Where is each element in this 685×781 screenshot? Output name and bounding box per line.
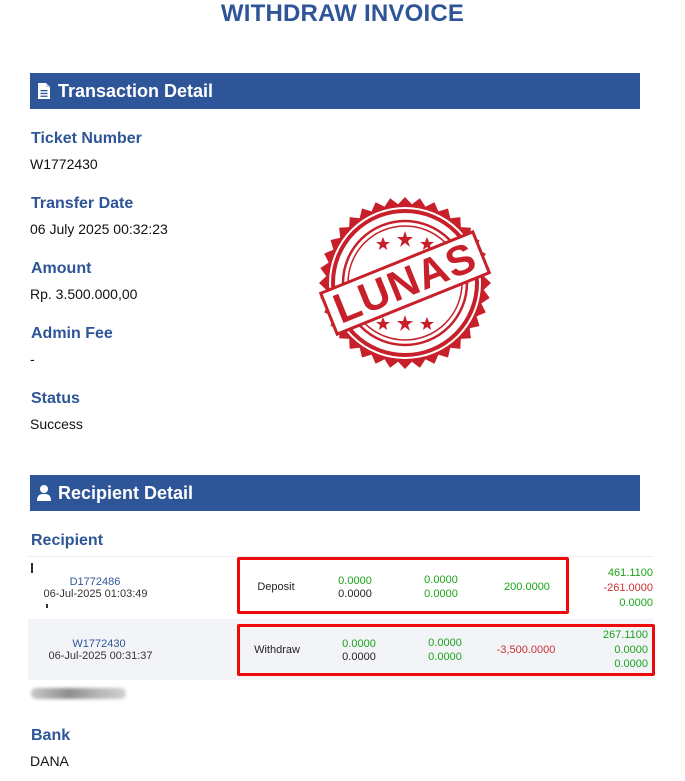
bank-value: DANA — [30, 753, 69, 769]
transaction-date: 06-Jul-2025 01:03:49 — [43, 588, 148, 600]
recipient-label: Recipient — [31, 532, 104, 549]
admin-fee-value: - — [30, 351, 35, 367]
bank-label: Bank — [31, 727, 71, 744]
admin-fee-label: Admin Fee — [31, 325, 113, 342]
recipient-detail-header: Recipient Detail — [30, 475, 640, 511]
user-icon — [36, 484, 54, 502]
transfer-date-value: 06 July 2025 00:32:23 — [30, 221, 168, 237]
ticket-number-label: Ticket Number — [31, 130, 142, 147]
ticket-number-value: W1772430 — [30, 156, 98, 172]
balance-cell: -261.0000 — [603, 582, 653, 594]
paid-stamp: LUNAS — [315, 193, 495, 373]
status-label: Status — [31, 390, 80, 407]
transaction-id: D1772486 — [69, 576, 121, 588]
document-icon — [36, 82, 54, 100]
recipient-detail-title: Recipient Detail — [58, 482, 194, 503]
transaction-id: W1772430 — [72, 638, 126, 650]
amount-label: Amount — [31, 260, 92, 277]
amount-value: Rp. 3.500.000,00 — [30, 286, 138, 302]
transaction-detail-header: Transaction Detail — [30, 73, 640, 109]
balance-cell: 0.0000 — [619, 597, 653, 609]
transfer-date-label: Transfer Date — [31, 195, 134, 212]
transaction-detail-title: Transaction Detail — [58, 80, 214, 101]
highlight-box — [237, 557, 569, 614]
redacted-text — [31, 688, 126, 699]
page-title: WITHDRAW INVOICE — [220, 0, 465, 27]
transaction-date: 06-Jul-2025 00:31:37 — [48, 650, 153, 662]
highlight-box — [237, 624, 655, 676]
status-value: Success — [30, 416, 83, 432]
balance-cell: 461.1100 — [607, 567, 653, 579]
